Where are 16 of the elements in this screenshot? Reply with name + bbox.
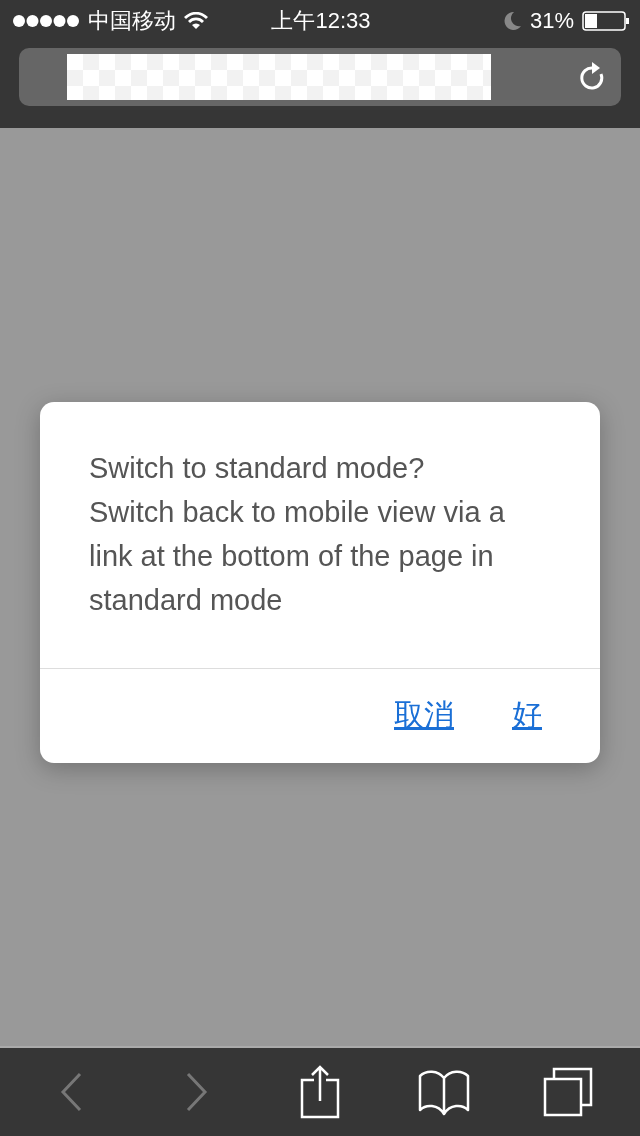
carrier-name: 中国移动	[88, 7, 176, 35]
dialog-message: Switch to standard mode? Switch back to mobile view via a link at the bottom of the page in standard mode	[88, 450, 506, 618]
address-bar[interactable]	[19, 48, 621, 106]
share-icon	[300, 1065, 340, 1119]
tabs-icon	[543, 1067, 593, 1117]
cancel-link[interactable]: 取消	[394, 695, 454, 736]
ok-link[interactable]: 好	[512, 695, 542, 736]
forward-chevron-icon	[184, 1072, 208, 1112]
back-chevron-icon	[60, 1072, 84, 1112]
battery-percent: 31%	[529, 8, 574, 34]
clock-time: 上午12:33	[271, 7, 371, 35]
book-icon	[418, 1068, 470, 1116]
moon-icon	[503, 11, 522, 31]
battery-icon	[582, 11, 630, 31]
signal-icon	[12, 14, 80, 28]
wifi-icon	[184, 12, 208, 30]
